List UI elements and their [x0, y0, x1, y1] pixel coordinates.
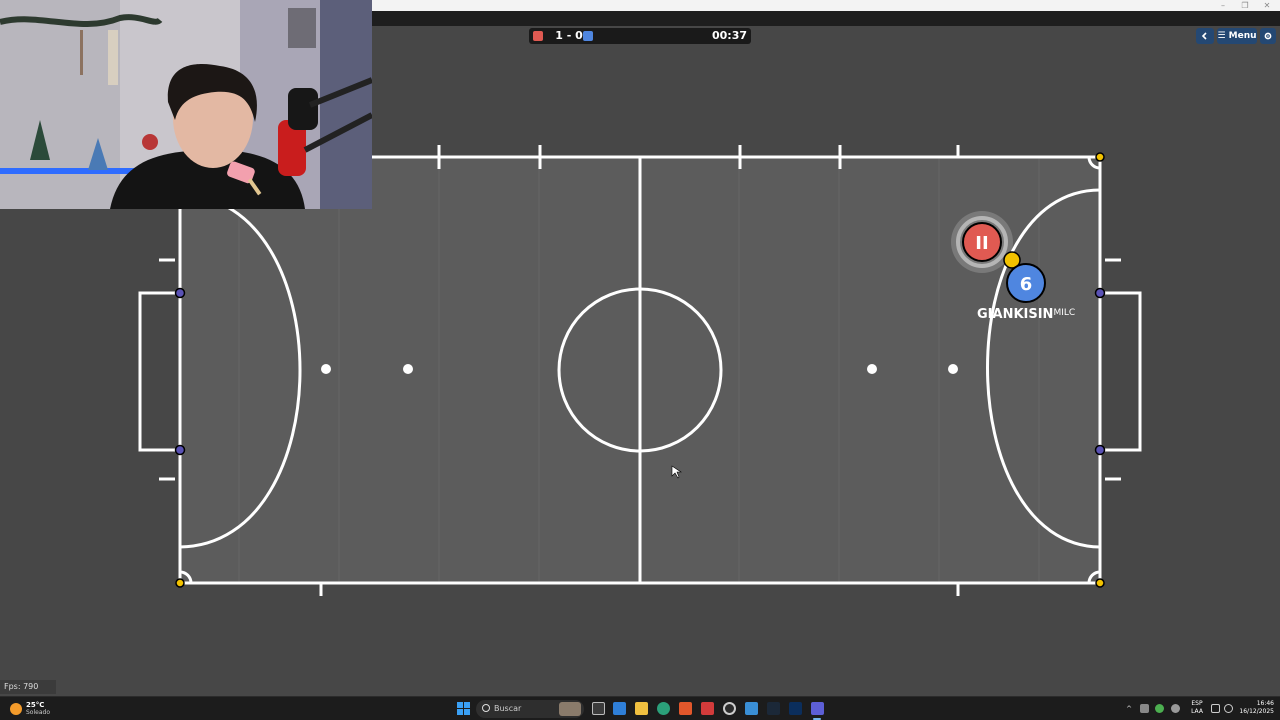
arrow-left-icon: [1201, 32, 1207, 40]
penalty-spot: [867, 364, 877, 374]
red-player[interactable]: II: [951, 211, 1013, 273]
windows-logo-icon: [457, 702, 463, 708]
blue-team-indicator: [583, 31, 593, 41]
penalty-spot: [321, 364, 331, 374]
streamer-webcam: [0, 0, 372, 209]
brave-icon[interactable]: [679, 702, 692, 715]
search-highlight-icon: [559, 702, 581, 716]
start-button[interactable]: [457, 702, 470, 715]
network-icon[interactable]: [1211, 704, 1220, 713]
player-name-label: GIANKISINMILC: [977, 307, 1076, 322]
app-window: – ❐ ✕ II 6 GIANKISINMILC 1 - 0 00:37 ☰ M…: [0, 0, 1280, 720]
penalty-spot: [948, 364, 958, 374]
corner-post: [175, 578, 185, 588]
left-goal: [138, 291, 180, 452]
weather-temp: 25°C: [26, 701, 45, 709]
taskbar-search[interactable]: Buscar: [476, 700, 584, 718]
blue-player[interactable]: 6: [1006, 263, 1046, 303]
search-icon: [482, 704, 490, 712]
paint-icon[interactable]: [745, 702, 758, 715]
edge-icon[interactable]: [657, 702, 670, 715]
red-player-avatar: II: [975, 233, 988, 254]
webcam-feed: [0, 0, 372, 209]
right-goal: [1100, 291, 1142, 452]
photoshop-icon[interactable]: [789, 702, 802, 715]
goal-post: [174, 444, 186, 456]
weather-desc: Soleado: [26, 709, 50, 716]
sun-icon: [10, 703, 22, 715]
scoreboard: 1 - 0 00:37: [529, 28, 751, 44]
menu-button[interactable]: ☰ Menu: [1217, 28, 1257, 44]
microphone-icon[interactable]: [1171, 704, 1180, 713]
gear-icon: [1264, 32, 1272, 40]
goal-post: [174, 287, 186, 299]
tray-app-icon[interactable]: [1140, 704, 1149, 713]
search-label: Buscar: [494, 704, 522, 713]
volume-icon[interactable]: [1224, 704, 1233, 713]
windows-taskbar: 25°C Soleado Buscar ^ ESP LAA 16:46 16/1…: [0, 696, 1280, 720]
steam-icon[interactable]: [767, 702, 780, 715]
red-team-indicator: [533, 31, 543, 41]
goal-post: [1094, 287, 1106, 299]
corner-post: [1095, 578, 1105, 588]
back-button[interactable]: [1196, 28, 1214, 44]
file-explorer-icon[interactable]: [635, 702, 648, 715]
tray-status-icon[interactable]: [1155, 704, 1164, 713]
weather-widget[interactable]: 25°C Soleado: [8, 700, 68, 718]
match-timer: 00:37: [711, 29, 747, 42]
app-icon-red[interactable]: [701, 702, 714, 715]
goal-post: [1094, 444, 1106, 456]
language-indicator[interactable]: ESP LAA: [1188, 700, 1206, 716]
settings-button[interactable]: [1260, 28, 1276, 44]
corner-post: [1095, 152, 1105, 162]
tray-overflow-chevron[interactable]: ^: [1124, 697, 1134, 720]
system-clock[interactable]: 16:46 16/12/2025: [1238, 700, 1274, 716]
penalty-spot: [403, 364, 413, 374]
game-app-icon[interactable]: [811, 702, 824, 715]
widgets-icon[interactable]: [613, 702, 626, 715]
obs-icon[interactable]: [723, 702, 736, 715]
task-view-icon[interactable]: [592, 702, 605, 715]
fps-counter: Fps: 790: [0, 680, 56, 694]
blue-player-avatar: 6: [1020, 274, 1033, 295]
